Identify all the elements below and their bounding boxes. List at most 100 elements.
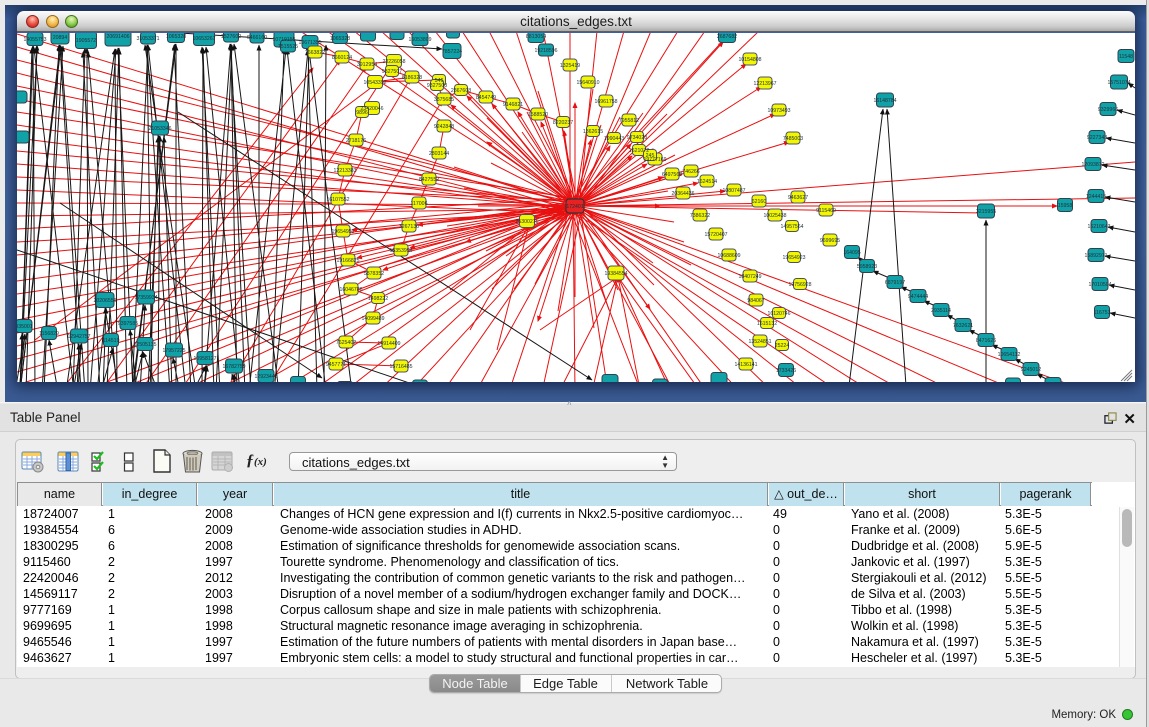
svg-text:1624514: 1624514 — [697, 179, 717, 185]
svg-text:20364436: 20364436 — [671, 191, 694, 197]
svg-text:1990443: 1990443 — [604, 136, 624, 142]
svg-text:172401: 172401 — [566, 204, 583, 210]
svg-text:62160: 62160 — [752, 199, 767, 205]
svg-text:31053371: 31053371 — [136, 36, 159, 42]
svg-text:9734028: 9734028 — [627, 135, 647, 141]
svg-text:1325419: 1325419 — [560, 63, 580, 69]
svg-text:9245012: 9245012 — [1021, 367, 1041, 373]
svg-text:10688609: 10688609 — [717, 253, 740, 259]
svg-text:16148784: 16148784 — [873, 98, 896, 104]
svg-text:10025438: 10025438 — [763, 213, 786, 219]
svg-text:6879197: 6879197 — [885, 280, 905, 286]
svg-text:2718176: 2718176 — [346, 138, 366, 144]
svg-text:16107552: 16107552 — [326, 197, 349, 203]
svg-text:12505135: 12505135 — [133, 342, 156, 348]
svg-text:984067: 984067 — [747, 298, 764, 304]
svg-text:1588520: 1588520 — [528, 112, 548, 118]
svg-text:7386322: 7386322 — [690, 213, 710, 219]
svg-text:7663822: 7663822 — [305, 50, 325, 56]
svg-text:9397585: 9397585 — [118, 321, 138, 327]
svg-text:19384554: 19384554 — [604, 271, 627, 277]
svg-text:12093872: 12093872 — [1081, 162, 1104, 168]
svg-text:10958127: 10958127 — [193, 356, 216, 362]
svg-text:25300275: 25300275 — [515, 219, 538, 225]
svg-text:16782759: 16782759 — [222, 364, 245, 370]
svg-text:21053346: 21053346 — [148, 126, 171, 132]
svg-text:19756928: 19756928 — [788, 282, 811, 288]
svg-text:10671355: 10671355 — [298, 40, 321, 46]
svg-text:20691406: 20691406 — [106, 34, 129, 40]
svg-text:15751074: 15751074 — [1107, 80, 1130, 86]
svg-text:12942757: 12942757 — [67, 334, 90, 340]
svg-text:10807487: 10807487 — [722, 188, 745, 194]
svg-text:10654112: 10654112 — [998, 352, 1021, 358]
svg-text:8427552: 8427552 — [419, 177, 439, 183]
svg-text:10653267: 10653267 — [192, 36, 215, 42]
svg-text:14099489: 14099489 — [361, 316, 384, 322]
svg-text:3912954: 3912954 — [357, 62, 377, 68]
svg-text:117006: 117006 — [411, 201, 428, 207]
svg-text:8813054: 8813054 — [526, 34, 546, 40]
svg-text:8454749: 8454749 — [476, 95, 496, 101]
svg-text:3875685: 3875685 — [434, 97, 454, 103]
svg-text:8220237: 8220237 — [553, 120, 573, 126]
svg-text:2803144: 2803144 — [429, 151, 449, 157]
svg-text:16046786: 16046786 — [339, 287, 362, 293]
svg-text:3267130: 3267130 — [399, 224, 419, 230]
svg-text:7632621: 7632621 — [953, 323, 973, 329]
svg-text:16053809: 16053809 — [408, 37, 431, 43]
svg-text:10543392: 10543392 — [363, 80, 386, 86]
svg-text:9115460: 9115460 — [816, 208, 836, 214]
svg-text:9242848: 9242848 — [434, 124, 454, 130]
svg-text:5958923: 5958923 — [857, 264, 877, 270]
svg-text:19166825: 19166825 — [336, 258, 359, 264]
svg-text:9699695: 9699695 — [820, 238, 840, 244]
svg-text:935001: 935001 — [17, 324, 33, 330]
svg-text:20206556: 20206556 — [93, 298, 116, 304]
svg-text:8186328: 8186328 — [402, 75, 422, 81]
svg-text:10719155: 10719155 — [272, 37, 295, 43]
svg-text:9896: 9896 — [356, 110, 368, 116]
svg-text:25224: 25224 — [775, 343, 790, 349]
svg-text:9457771: 9457771 — [326, 362, 346, 368]
svg-text:6497568: 6497568 — [662, 172, 682, 178]
svg-text:164095: 164095 — [843, 250, 860, 256]
svg-text:1905572: 1905572 — [76, 38, 96, 44]
svg-text:10154808: 10154808 — [738, 57, 761, 63]
svg-text:15720407: 15720407 — [704, 232, 727, 238]
svg-text:7955812: 7955812 — [619, 118, 639, 124]
svg-text:9327508: 9327508 — [427, 83, 447, 89]
svg-text:7857224: 7857224 — [442, 49, 462, 55]
svg-text:17359934: 17359934 — [134, 295, 157, 301]
svg-text:12213967: 12213967 — [753, 81, 776, 87]
svg-text:8660124: 8660124 — [332, 55, 352, 61]
svg-text:14055753: 14055753 — [23, 37, 46, 43]
svg-text:16120746: 16120746 — [767, 311, 790, 317]
svg-text:19218596: 19218596 — [534, 48, 557, 54]
svg-text:8471626: 8471626 — [976, 338, 996, 344]
svg-text:20894: 20894 — [53, 35, 68, 41]
svg-text:1498222: 1498222 — [368, 296, 388, 302]
svg-text:18407249: 18407249 — [738, 274, 761, 280]
svg-text:9474444: 9474444 — [908, 294, 928, 300]
svg-text:1065328: 1065328 — [166, 34, 186, 40]
svg-text:116753: 116753 — [1094, 310, 1111, 316]
svg-text:9227343: 9227343 — [1087, 135, 1107, 141]
svg-text:17010504: 17010504 — [1088, 282, 1111, 288]
svg-text:1527602: 1527602 — [221, 34, 241, 40]
svg-text:2935114: 2935114 — [931, 308, 951, 314]
svg-text:9463627: 9463627 — [788, 195, 808, 201]
svg-text:19654923: 19654923 — [782, 255, 805, 261]
svg-text:16961758: 16961758 — [594, 99, 617, 105]
svg-text:13524851: 13524851 — [748, 339, 771, 345]
svg-text:11548: 11548 — [1119, 54, 1133, 60]
svg-text:9327507: 9327507 — [382, 69, 402, 75]
svg-text:114519: 114519 — [103, 338, 120, 344]
svg-text:6466160: 6466160 — [247, 35, 267, 41]
svg-text:14914409: 14914409 — [377, 341, 400, 347]
svg-text:16210643: 16210643 — [1087, 224, 1110, 230]
svg-text:1615132: 1615132 — [757, 321, 777, 327]
svg-text:15353994: 15353994 — [389, 248, 412, 254]
svg-text:10973493: 10973493 — [767, 108, 790, 114]
svg-text:9329966: 9329966 — [1098, 107, 1118, 113]
